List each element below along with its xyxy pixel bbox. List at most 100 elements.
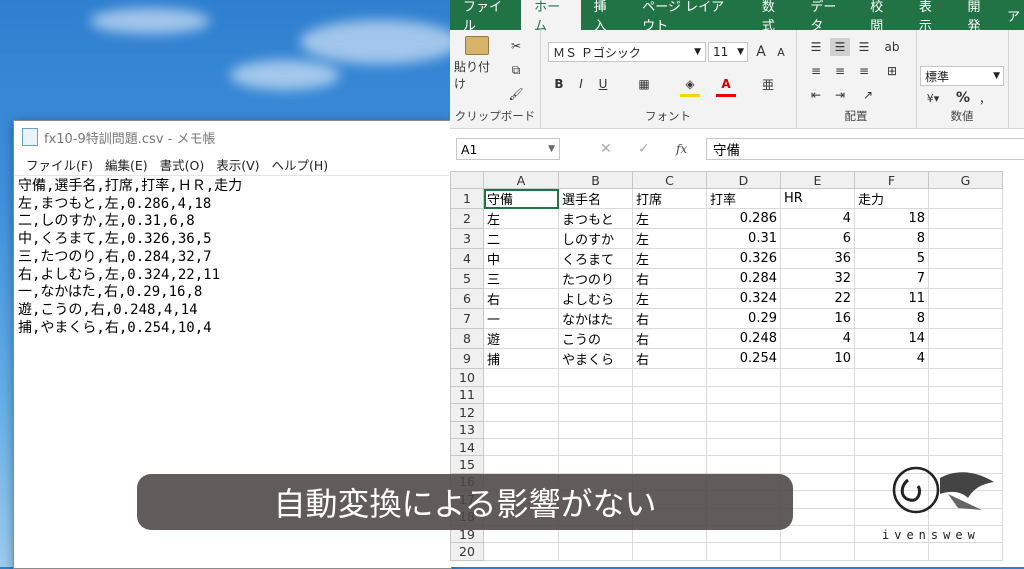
- align-right-icon[interactable]: ≡: [854, 62, 874, 80]
- cell[interactable]: [928, 348, 1003, 370]
- cell[interactable]: [483, 437, 559, 457]
- cell[interactable]: 8: [854, 308, 929, 330]
- cell[interactable]: [706, 455, 781, 474]
- cancel-icon[interactable]: ✕: [600, 141, 612, 157]
- row-header[interactable]: 1: [450, 188, 484, 210]
- percent-button[interactable]: %: [954, 90, 972, 106]
- cell[interactable]: [483, 385, 559, 405]
- notepad-titlebar[interactable]: fx10-9特訓問題.csv - メモ帳: [14, 121, 451, 153]
- cell[interactable]: たつのり: [558, 268, 633, 290]
- paste-button[interactable]: 貼り付け: [454, 36, 500, 92]
- shrink-font-button[interactable]: A: [772, 42, 790, 62]
- align-bottom-icon[interactable]: ☰: [854, 38, 874, 56]
- cell[interactable]: 16: [780, 308, 855, 330]
- cell[interactable]: [558, 437, 633, 457]
- menu-format[interactable]: 書式(O): [154, 155, 211, 174]
- cell[interactable]: [632, 455, 707, 474]
- cell[interactable]: 0.324: [706, 288, 781, 310]
- cell[interactable]: [780, 542, 855, 561]
- cell[interactable]: [558, 403, 633, 422]
- name-box[interactable]: A1 ▼: [456, 138, 560, 160]
- cell[interactable]: [632, 403, 707, 422]
- cell[interactable]: [632, 437, 707, 457]
- align-left-icon[interactable]: ≡: [806, 62, 826, 80]
- orientation-icon[interactable]: ab: [882, 38, 902, 56]
- cell[interactable]: 5: [854, 248, 929, 270]
- cell[interactable]: [706, 385, 781, 405]
- formula-input[interactable]: 守備: [706, 138, 1024, 160]
- cell[interactable]: [706, 420, 781, 439]
- cell[interactable]: [780, 403, 855, 422]
- outdent-icon[interactable]: ⇥: [830, 86, 850, 104]
- align-center-icon[interactable]: ≡: [830, 62, 850, 80]
- cell[interactable]: [558, 420, 633, 439]
- row-header[interactable]: 11: [450, 385, 484, 405]
- cell[interactable]: [928, 368, 1003, 387]
- cut-icon[interactable]: ✂: [506, 36, 526, 56]
- row-header[interactable]: 15: [450, 455, 484, 474]
- cell[interactable]: 走力: [854, 188, 929, 210]
- copy-icon[interactable]: ⧉: [506, 60, 526, 80]
- borders-icon[interactable]: ▦: [634, 74, 654, 94]
- cell[interactable]: [928, 228, 1003, 250]
- cell[interactable]: [632, 420, 707, 439]
- row-header[interactable]: 13: [450, 420, 484, 439]
- cell[interactable]: 二: [483, 228, 559, 250]
- cell[interactable]: [558, 385, 633, 405]
- cell[interactable]: [928, 288, 1003, 310]
- merge-icon[interactable]: ⊞: [882, 62, 902, 80]
- tab-page-layout[interactable]: ページ レイアウト: [629, 0, 749, 34]
- cell[interactable]: 左: [483, 208, 559, 230]
- bold-button[interactable]: B: [550, 74, 568, 94]
- column-header[interactable]: D: [706, 170, 781, 190]
- cell[interactable]: [928, 308, 1003, 330]
- cell[interactable]: [706, 437, 781, 457]
- cell[interactable]: [780, 368, 855, 387]
- tab-home[interactable]: ホーム: [521, 0, 581, 34]
- cell[interactable]: 11: [854, 288, 929, 310]
- menu-help[interactable]: ヘルプ(H): [266, 155, 335, 174]
- cell[interactable]: 0.326: [706, 248, 781, 270]
- cell[interactable]: [854, 420, 929, 439]
- select-all-corner[interactable]: [450, 170, 484, 190]
- cell[interactable]: HR: [780, 188, 855, 210]
- cell[interactable]: [483, 368, 559, 387]
- cell[interactable]: [854, 437, 929, 457]
- cell[interactable]: [780, 437, 855, 457]
- cell[interactable]: 遊: [483, 328, 559, 350]
- indent-icon[interactable]: ⇤: [806, 86, 826, 104]
- underline-button[interactable]: U: [594, 74, 612, 94]
- align-top-icon[interactable]: ☰: [806, 38, 826, 56]
- cell[interactable]: 4: [854, 348, 929, 370]
- menu-edit[interactable]: 編集(E): [99, 155, 154, 174]
- tab-developer[interactable]: 開発: [954, 0, 1003, 34]
- cell[interactable]: やまくら: [558, 348, 633, 370]
- cell[interactable]: なかはた: [558, 308, 633, 330]
- cell[interactable]: よしむら: [558, 288, 633, 310]
- tab-review[interactable]: 校閲: [857, 0, 906, 34]
- insert-function-button[interactable]: fx: [676, 142, 687, 156]
- cell[interactable]: 32: [780, 268, 855, 290]
- tab-data[interactable]: データ: [797, 0, 857, 34]
- cell[interactable]: 捕: [483, 348, 559, 370]
- menu-view[interactable]: 表示(V): [210, 155, 265, 174]
- cell[interactable]: [928, 403, 1003, 422]
- cell[interactable]: しのすか: [558, 228, 633, 250]
- cell[interactable]: 6: [780, 228, 855, 250]
- cell[interactable]: 0.254: [706, 348, 781, 370]
- row-header[interactable]: 12: [450, 403, 484, 422]
- currency-icon[interactable]: ¥▾: [922, 90, 944, 106]
- cell[interactable]: 14: [854, 328, 929, 350]
- row-header[interactable]: 8: [450, 328, 484, 350]
- row-header[interactable]: 14: [450, 437, 484, 457]
- cell[interactable]: [706, 403, 781, 422]
- cell[interactable]: くろまて: [558, 248, 633, 270]
- tab-file[interactable]: ファイル: [450, 0, 521, 34]
- phonetic-icon[interactable]: 亜: [758, 74, 778, 94]
- cell[interactable]: 4: [780, 328, 855, 350]
- cell[interactable]: 右: [632, 308, 707, 330]
- cell[interactable]: 10: [780, 348, 855, 370]
- tab-view[interactable]: 表示: [906, 0, 955, 34]
- cell[interactable]: 三: [483, 268, 559, 290]
- notepad-text-area[interactable]: 守備,選手名,打席,打率,ＨＲ,走力 左,まつもと,左,0.286,4,18 二…: [14, 175, 451, 339]
